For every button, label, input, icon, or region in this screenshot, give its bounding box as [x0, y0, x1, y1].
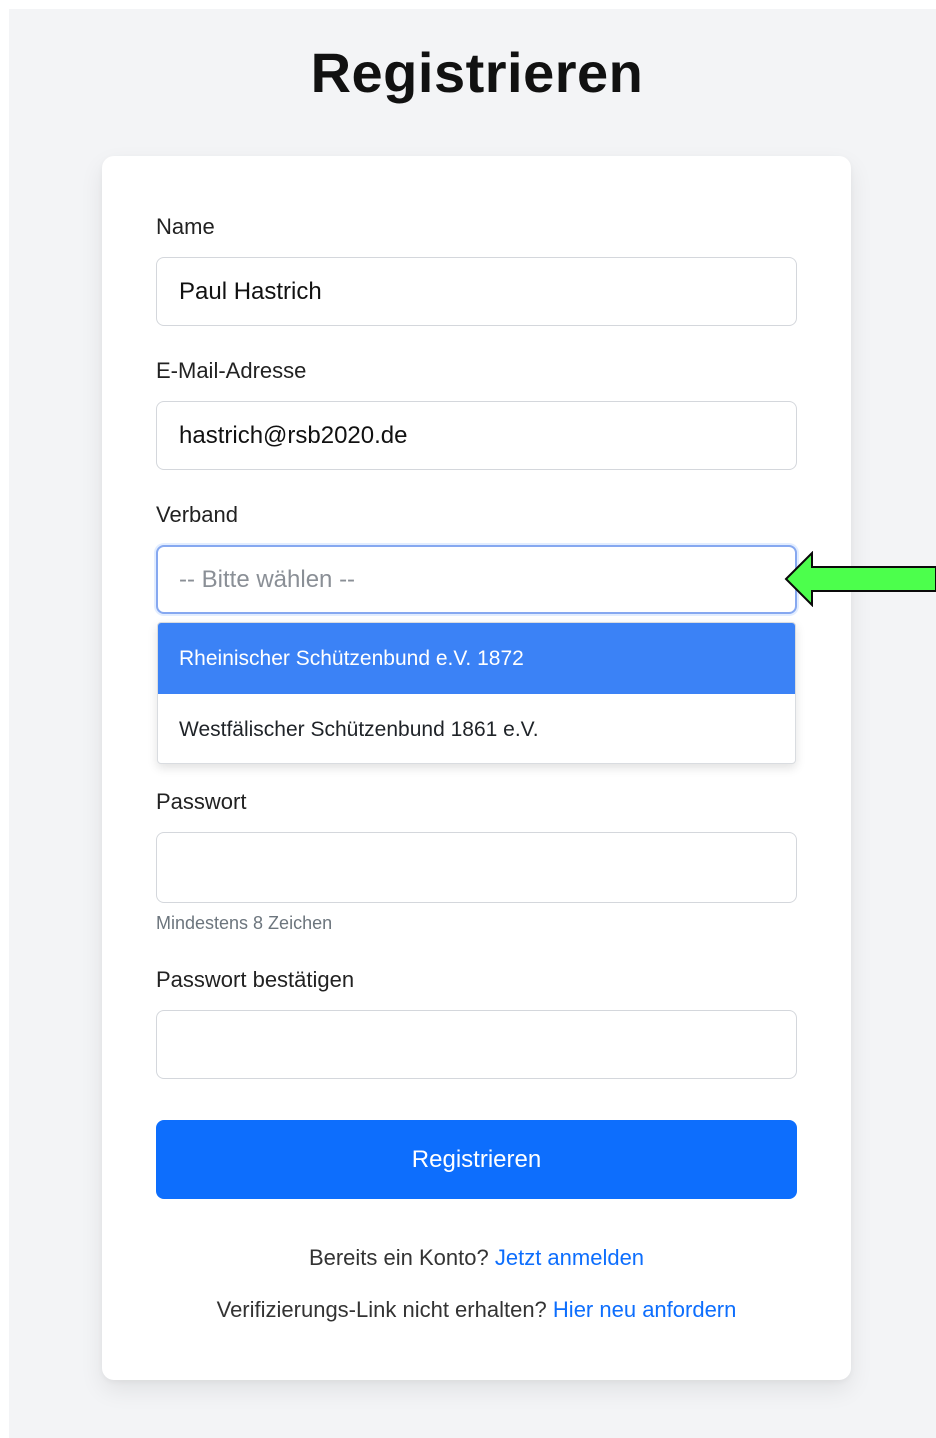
- verify-prompt-line: Verifizierungs-Link nicht erhalten? Hier…: [102, 1297, 851, 1323]
- verband-label: Verband: [156, 502, 238, 527]
- verify-prompt-text: Verifizierungs-Link nicht erhalten?: [216, 1297, 547, 1322]
- login-prompt-text: Bereits ein Konto?: [308, 1245, 489, 1270]
- verband-option-rheinischer[interactable]: Rheinischer Schützenbund e.V. 1872: [158, 623, 795, 694]
- register-button[interactable]: Registrieren: [156, 1120, 797, 1199]
- email-input[interactable]: hastrich@rsb2020.de: [156, 401, 797, 470]
- password-input[interactable]: [156, 832, 797, 903]
- password-help-text: Mindestens 8 Zeichen: [156, 913, 333, 933]
- password-confirm-input[interactable]: [156, 1010, 797, 1079]
- password-confirm-label: Passwort bestätigen: [156, 967, 355, 992]
- resend-verification-link[interactable]: Hier neu anfordern: [553, 1297, 736, 1322]
- email-label: E-Mail-Adresse: [156, 358, 307, 383]
- verband-option-westfaelischer[interactable]: Westfälischer Schützenbund 1861 e.V.: [158, 694, 795, 763]
- verband-select-placeholder: -- Bitte wählen --: [179, 565, 356, 593]
- verband-select[interactable]: -- Bitte wählen --: [156, 545, 797, 614]
- login-link[interactable]: Jetzt anmelden: [495, 1245, 644, 1270]
- password-label: Passwort: [156, 789, 247, 814]
- name-label: Name: [156, 214, 215, 239]
- option-label: Westfälischer Schützenbund 1861 e.V.: [179, 717, 539, 741]
- name-input[interactable]: Paul Hastrich: [156, 257, 797, 326]
- option-label: Rheinischer Schützenbund e.V. 1872: [179, 646, 524, 670]
- login-prompt-line: Bereits ein Konto? Jetzt anmelden: [102, 1245, 851, 1271]
- name-input-value: Paul Hastrich: [179, 277, 322, 305]
- left-arrow-icon: [784, 551, 936, 607]
- email-input-value: hastrich@rsb2020.de: [179, 421, 408, 449]
- verband-dropdown-list: Rheinischer Schützenbund e.V. 1872 Westf…: [157, 622, 796, 764]
- page-title: Registrieren: [310, 41, 644, 104]
